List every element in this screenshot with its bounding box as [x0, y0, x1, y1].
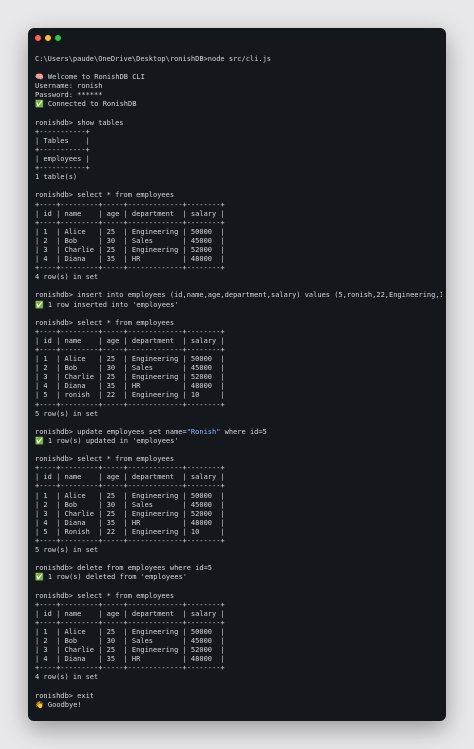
terminal-line: | 4 | Diana | 35 | HR | 48000 | [35, 518, 225, 527]
terminal-line: ronishdb> select * from employees [35, 318, 175, 327]
terminal-line: +-----------+ [35, 164, 90, 173]
terminal-line: ✅ 1 row(s) updated in 'employees' [35, 436, 179, 445]
terminal-line: ✅ 1 row inserted into 'employees' [35, 300, 179, 309]
terminal-line: | id | name | age | department | salary … [35, 209, 225, 218]
terminal-line: ronishdb> exit [35, 691, 95, 700]
terminal-line: | 1 | Alice | 25 | Engineering | 50000 | [35, 491, 225, 500]
terminal-line: | id | name | age | department | salary … [35, 609, 225, 618]
terminal-output[interactable]: C:\Users\paude\OneDrive\Desktop\ronishDB… [35, 55, 442, 713]
terminal-line: +----+---------+-----+-------------+----… [35, 482, 225, 491]
terminal-line: | 2 | Bob | 30 | Sales | 45000 | [35, 364, 225, 373]
terminal-line: ronishdb> insert into employees (id,name… [35, 291, 442, 300]
terminal-line: ronishdb> select * from employees [35, 455, 175, 464]
terminal-line: | id | name | age | department | salary … [35, 336, 225, 345]
terminal-line: 🧠 Welcome to RonishDB CLI [35, 73, 145, 82]
terminal-line: | 3 | Charlie | 25 | Engineering | 52000… [35, 245, 225, 254]
terminal-line: | 1 | Alice | 25 | Engineering | 50000 | [35, 355, 225, 364]
terminal-window: C:\Users\paude\OneDrive\Desktop\ronishDB… [28, 28, 446, 721]
terminal-line: | 5 | ronish | 22 | Engineering | 10 | [35, 391, 225, 400]
terminal-line: 5 row(s) in set [35, 409, 99, 418]
maximize-window-button[interactable] [55, 35, 61, 41]
terminal-line: 4 row(s) in set [35, 273, 99, 282]
terminal-line: +----+---------+-----+-------------+----… [35, 346, 225, 354]
terminal-line: | 3 | Charlie | 25 | Engineering | 52000… [35, 509, 225, 518]
highlighted-string: "Ronish" [186, 427, 221, 436]
terminal-line: ronishdb> show tables [35, 118, 124, 127]
terminal-line: +----+---------+-----+-------------+----… [35, 600, 225, 609]
terminal-line: ronishdb> update employees set name="Ron… [35, 427, 267, 436]
terminal-line: | 4 | Diana | 35 | HR | 48000 | [35, 655, 225, 664]
terminal-line: | 1 | Alice | 25 | Engineering | 50000 | [35, 627, 225, 636]
terminal-line: 1 table(s) [35, 173, 78, 182]
terminal-line: +----+---------+-----+-------------+----… [35, 464, 225, 473]
terminal-line: | Tables | [35, 136, 90, 145]
terminal-line: | 2 | Bob | 30 | Sales | 45000 | [35, 236, 225, 245]
terminal-line: | 1 | Alice | 25 | Engineering | 50000 | [35, 227, 225, 236]
window-titlebar [28, 28, 446, 48]
terminal-line: +----+---------+-----+-------------+----… [35, 327, 225, 336]
terminal-line: | 5 | Ronish | 22 | Engineering | 10 | [35, 527, 225, 536]
terminal-line: | employees | [35, 155, 90, 164]
terminal-line: +----+---------+-----+-------------+----… [35, 664, 225, 673]
terminal-line: 5 row(s) in set [35, 546, 99, 555]
terminal-line: | id | name | age | department | salary … [35, 473, 225, 482]
terminal-line: Username: ronish [35, 82, 103, 91]
terminal-line: ronishdb> select * from employees [35, 191, 175, 200]
terminal-line: ✅ Connected to RonishDB [35, 100, 137, 109]
terminal-line: +----+---------+-----+-------------+----… [35, 218, 225, 227]
terminal-line: C:\Users\paude\OneDrive\Desktop\ronishDB… [35, 55, 272, 63]
terminal-line: +----+---------+-----+-------------+----… [35, 618, 225, 627]
terminal-line: 👋 Goodbye! [35, 700, 82, 709]
terminal-line: | 4 | Diana | 35 | HR | 48000 | [35, 382, 225, 391]
terminal-line: 4 row(s) in set [35, 673, 99, 682]
terminal-line: +----+---------+-----+-------------+----… [35, 536, 225, 545]
terminal-line: | 4 | Diana | 35 | HR | 48000 | [35, 255, 225, 264]
terminal-line: | 3 | Charlie | 25 | Engineering | 52000… [35, 373, 225, 382]
terminal-line: | 2 | Bob | 30 | Sales | 45000 | [35, 637, 225, 645]
close-window-button[interactable] [35, 35, 41, 41]
terminal-line: ✅ 1 row(s) deleted from 'employees' [35, 573, 188, 582]
terminal-line: +-----------+ [35, 127, 90, 136]
terminal-line: +----+---------+-----+-------------+----… [35, 400, 225, 409]
terminal-line: +-----------+ [35, 145, 90, 154]
terminal-line: +----+---------+-----+-------------+----… [35, 200, 225, 209]
terminal-line: +----+---------+-----+-------------+----… [35, 264, 225, 273]
terminal-line: ronishdb> select * from employees [35, 591, 175, 600]
terminal-line: | 3 | Charlie | 25 | Engineering | 52000… [35, 646, 225, 655]
minimize-window-button[interactable] [45, 35, 51, 41]
terminal-line: ronishdb> delete from employees where id… [35, 564, 213, 573]
terminal-line: | 2 | Bob | 30 | Sales | 45000 | [35, 500, 225, 509]
